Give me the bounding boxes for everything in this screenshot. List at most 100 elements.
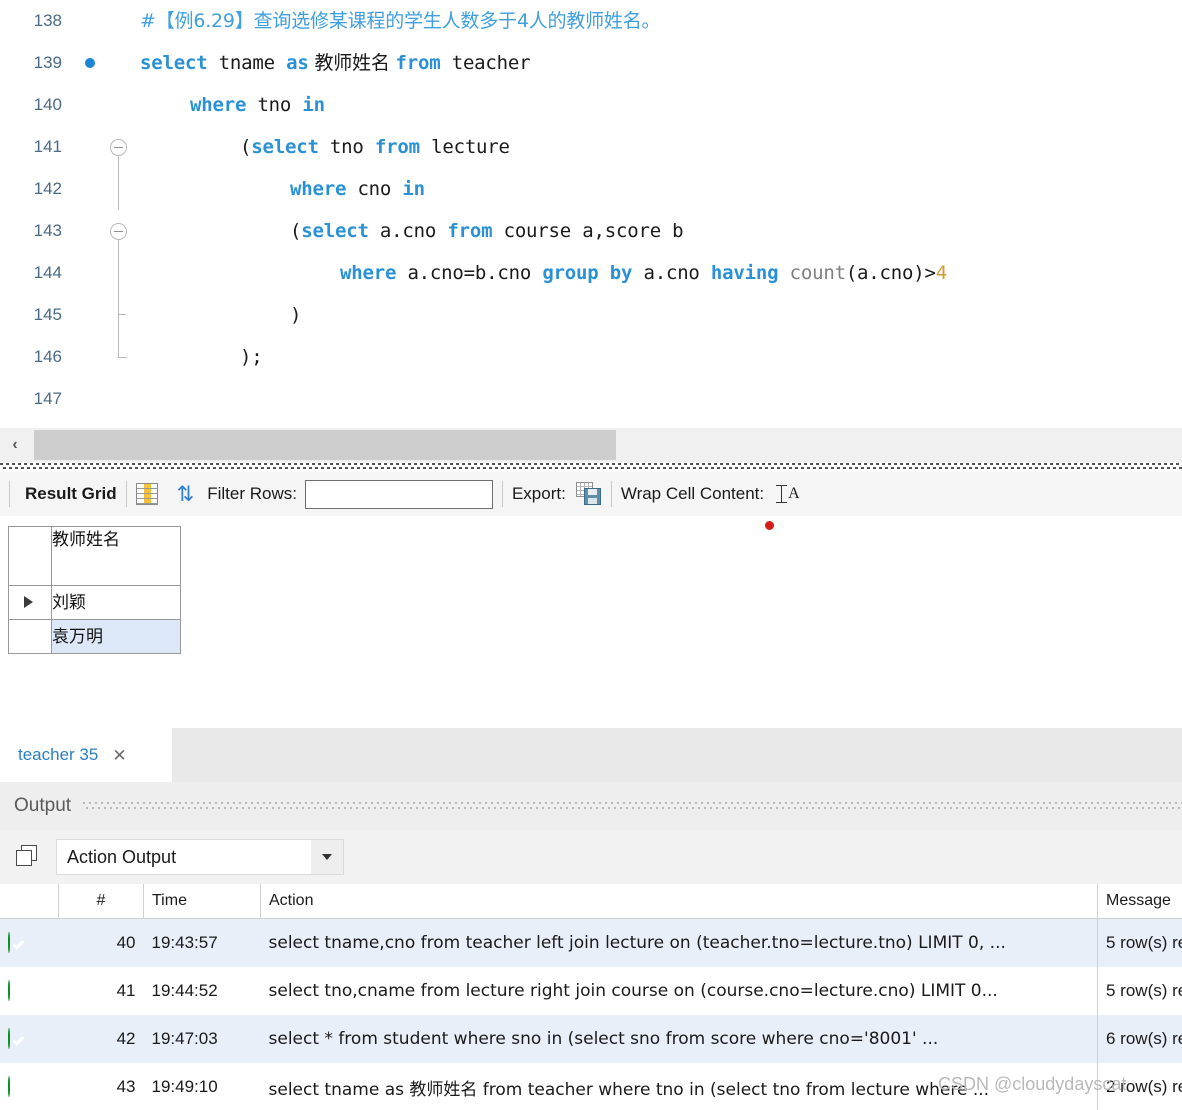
output-row[interactable]: 43 19:49:10 select tname as 教师姓名 from teac… — [0, 1063, 1182, 1110]
code-text[interactable]: ) — [290, 294, 301, 336]
result-grid-row[interactable]: 袁万明 — [8, 619, 181, 654]
output-row[interactable]: 42 19:47:03 select * from student where sn… — [0, 1015, 1182, 1063]
output-message-cell[interactable]: 6 row(s) return — [1097, 1015, 1182, 1063]
line-number: 145 — [33, 305, 62, 324]
code-text[interactable]: ); — [240, 336, 263, 378]
result-column-header-teacher-name[interactable]: 教师姓名 — [51, 526, 181, 586]
code-line-141[interactable]: 141 (select tno from lecture — [0, 126, 1182, 168]
code-line-144[interactable]: 144 where a.cno=b.cno group by a.cno havi… — [0, 252, 1182, 294]
code-text[interactable]: (select a.cno from course a,score b — [290, 210, 684, 252]
code-line-143[interactable]: 143 (select a.cno from course a,score b — [0, 210, 1182, 252]
output-status-cell — [0, 1015, 59, 1063]
output-col-number[interactable]: # — [58, 884, 144, 919]
code-token: ) — [290, 304, 302, 326]
tab-teacher-35[interactable]: teacher 35 ✕ — [0, 728, 172, 782]
code-token: tname — [207, 52, 287, 74]
code-text[interactable]: #【例6.29】查询选修某课程的学生人数多于4人的教师姓名。 — [140, 0, 661, 42]
output-table[interactable]: # Time Action Message 40 19:43:57 select t… — [0, 884, 1182, 1110]
line-number: 141 — [33, 137, 62, 156]
output-message-cell[interactable]: 5 row(s) return — [1097, 967, 1182, 1015]
code-token: ( — [290, 220, 302, 242]
tab-teacher-35-label: teacher 35 — [18, 745, 99, 764]
code-line-138[interactable]: 138 #【例6.29】查询选修某课程的学生人数多于4人的教师姓名。 — [0, 0, 1182, 42]
code-text[interactable]: select tname as 教师姓名 from teacher — [140, 42, 531, 84]
output-col-message[interactable]: Message — [1097, 884, 1182, 919]
cursor-marker-dot — [765, 521, 774, 530]
output-message-cell[interactable]: 2 row(s) return — [1097, 1063, 1182, 1110]
result-row-marker[interactable] — [8, 585, 52, 620]
filter-rows-input[interactable] — [304, 479, 493, 509]
result-grid-area[interactable]: 教师姓名 刘颖 袁万明 — [0, 516, 1182, 728]
wrap-cell-content-button[interactable]: A — [776, 483, 800, 505]
code-line-140[interactable]: 140 where tno in — [0, 84, 1182, 126]
code-text[interactable]: where a.cno=b.cno group by a.cno having … — [340, 252, 947, 294]
output-view-select-value: Action Output — [67, 846, 177, 867]
code-text[interactable]: where tno in — [190, 84, 325, 126]
code-line-147[interactable]: 147 — [0, 378, 1182, 420]
code-token: select — [140, 52, 208, 74]
output-number-cell[interactable]: 41 — [59, 967, 144, 1015]
output-table-container[interactable]: # Time Action Message 40 19:43:57 select t… — [0, 884, 1182, 1110]
scroll-left-arrow-icon[interactable]: ‹ — [0, 428, 30, 462]
output-number-cell[interactable]: 40 — [58, 918, 144, 967]
grid-view-button[interactable] — [135, 483, 158, 505]
scrollbar-thumb[interactable] — [34, 430, 616, 460]
output-time-cell[interactable]: 19:47:03 — [143, 1015, 261, 1063]
code-token: teacher — [440, 52, 531, 74]
sql-editor[interactable]: 138 #【例6.29】查询选修某课程的学生人数多于4人的教师姓名。 139 sele… — [0, 0, 1182, 428]
output-time-cell[interactable]: 19:49:10 — [144, 1063, 261, 1110]
editor-horizontal-scrollbar[interactable]: ‹ — [0, 428, 1182, 462]
line-number: 139 — [33, 53, 62, 72]
export-button[interactable] — [575, 482, 602, 506]
code-text[interactable]: (select tno from lecture — [240, 126, 510, 168]
fold-collapse-icon[interactable] — [110, 139, 127, 156]
code-token: select — [301, 220, 369, 242]
refresh-button[interactable]: ⇅ — [177, 484, 195, 505]
output-action-cell[interactable]: select tname,cno from teacher left join … — [260, 918, 1098, 967]
line-number: 146 — [33, 347, 62, 366]
output-message-cell[interactable]: 5 row(s) return — [1097, 918, 1182, 967]
output-time-cell[interactable]: 19:43:57 — [143, 918, 261, 967]
output-number-cell[interactable]: 42 — [58, 1015, 144, 1063]
export-label: Export: — [511, 484, 566, 503]
output-view-select[interactable]: Action Output — [56, 839, 344, 875]
result-grid-row[interactable]: 刘颖 — [8, 585, 181, 620]
output-title: Output — [14, 795, 72, 816]
result-grid-toolbar: Result Grid ⇅ Filter Rows: Export: Wrap … — [0, 472, 1182, 516]
copy-icon[interactable] — [16, 845, 40, 869]
output-action-cell[interactable]: select * from student where sno in (sele… — [260, 1015, 1098, 1063]
result-grid-table[interactable]: 教师姓名 刘颖 袁万明 — [8, 526, 181, 654]
result-cell-teacher-name[interactable]: 袁万明 — [51, 619, 181, 654]
export-disk-icon — [575, 482, 602, 506]
success-check-icon — [8, 1076, 10, 1097]
code-token: where — [190, 94, 247, 116]
fold-guide-line — [118, 294, 119, 336]
output-row[interactable]: 41 19:44:52 select tno,cname from lecture … — [0, 967, 1182, 1015]
fold-collapse-icon[interactable] — [110, 223, 127, 240]
code-token: in — [402, 178, 425, 200]
output-panel-header: Output — [0, 782, 1182, 830]
code-line-146[interactable]: 146); — [0, 336, 1182, 378]
output-action-cell[interactable]: select tname as 教师姓名 from teacher where … — [261, 1063, 1098, 1110]
editor-results-splitter[interactable] — [0, 462, 1182, 470]
output-action-cell[interactable]: select tno,cname from lecture right join… — [261, 967, 1098, 1015]
code-line-142[interactable]: 142 where cno in — [0, 168, 1182, 210]
code-line-139[interactable]: 139 select tname as 教师姓名 from teacher — [0, 42, 1182, 84]
output-number-cell[interactable]: 43 — [59, 1063, 144, 1110]
code-line-145[interactable]: 145) — [0, 294, 1182, 336]
result-row-marker[interactable] — [8, 619, 52, 654]
code-token: cno — [346, 178, 403, 200]
output-col-time[interactable]: Time — [143, 884, 261, 919]
code-token: ( — [240, 136, 252, 158]
result-cell-teacher-name[interactable]: 刘颖 — [51, 585, 181, 620]
close-icon[interactable]: ✕ — [112, 747, 126, 764]
success-check-icon — [8, 932, 10, 953]
fold-guide-line — [118, 240, 119, 252]
success-check-icon — [8, 1028, 10, 1049]
chevron-down-icon[interactable] — [311, 840, 343, 874]
code-text[interactable]: where cno in — [290, 168, 425, 210]
output-row[interactable]: 40 19:43:57 select tname,cno from teacher … — [0, 918, 1182, 967]
result-tab-bar[interactable]: teacher 35 ✕ — [0, 728, 1182, 782]
output-col-action[interactable]: Action — [260, 884, 1098, 919]
output-time-cell[interactable]: 19:44:52 — [144, 967, 261, 1015]
